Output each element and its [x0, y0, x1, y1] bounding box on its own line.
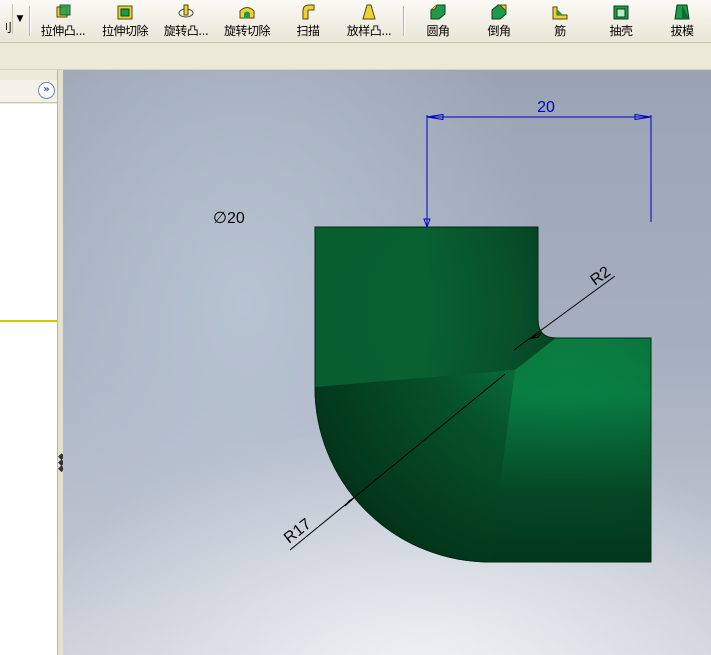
expand-pane-icon[interactable]: » [38, 82, 55, 99]
dimension-r17-text[interactable]: R17 [281, 516, 315, 548]
dimension-r2-text[interactable]: R2 [587, 263, 614, 289]
rib-icon [552, 6, 568, 20]
graphics-viewport[interactable]: 20 ∅20 R2 R17 [63, 70, 711, 655]
clipped-toolbar-label: 刂 [0, 21, 13, 35]
command-manager-tabs-strip [0, 43, 711, 70]
revolve-boss-button[interactable]: 旋转凸... [156, 3, 216, 39]
feature-tree[interactable] [0, 104, 57, 655]
rib-button[interactable]: 筋 [530, 3, 590, 39]
feature-manager-pane: » ◆ ◆ ◆ [0, 70, 65, 655]
feature-manager-header: » [0, 80, 57, 103]
fillet-icon [430, 4, 446, 20]
sweep-button[interactable]: 扫描 [278, 3, 338, 39]
loft-boss-button[interactable]: 放样凸... [339, 3, 399, 39]
revolve-cut-icon [239, 7, 255, 19]
features-toolbar: 刂 ▼ 拉伸凸... 拉伸切除 旋转凸... 旋转切除 扫描 放样凸... 圆角… [0, 0, 711, 43]
shell-icon [613, 5, 629, 20]
revolve-boss-icon [178, 4, 194, 18]
model-canvas: 20 ∅20 R2 R17 [213, 99, 652, 563]
sweep-icon [302, 4, 315, 20]
extrude-cut-button[interactable]: 拉伸切除 [95, 3, 155, 39]
toolbar-separator [29, 6, 31, 36]
dimension-diameter-text[interactable]: ∅20 [213, 210, 245, 227]
loft-boss-icon [362, 4, 376, 20]
toolbar-separator [403, 6, 405, 36]
dimension-horizontal-text[interactable]: 20 [537, 99, 555, 116]
extrude-boss-button[interactable]: 拉伸凸... [33, 3, 93, 39]
chamfer-button[interactable]: 倒角 [469, 3, 529, 39]
extrude-boss-icon [56, 4, 71, 18]
draft-button[interactable]: 拔模 [652, 3, 711, 39]
revolve-cut-button[interactable]: 旋转切除 [217, 3, 277, 39]
rollback-bar[interactable] [0, 320, 57, 322]
extrude-cut-icon [117, 5, 133, 20]
dimension-horizontal[interactable] [423, 113, 652, 229]
shell-button[interactable]: 抽壳 [591, 3, 651, 39]
dropdown-arrow-icon[interactable]: ▼ [12, 4, 27, 34]
chamfer-icon [491, 4, 507, 20]
fillet-button[interactable]: 圆角 [408, 3, 468, 39]
draft-icon [674, 4, 690, 20]
